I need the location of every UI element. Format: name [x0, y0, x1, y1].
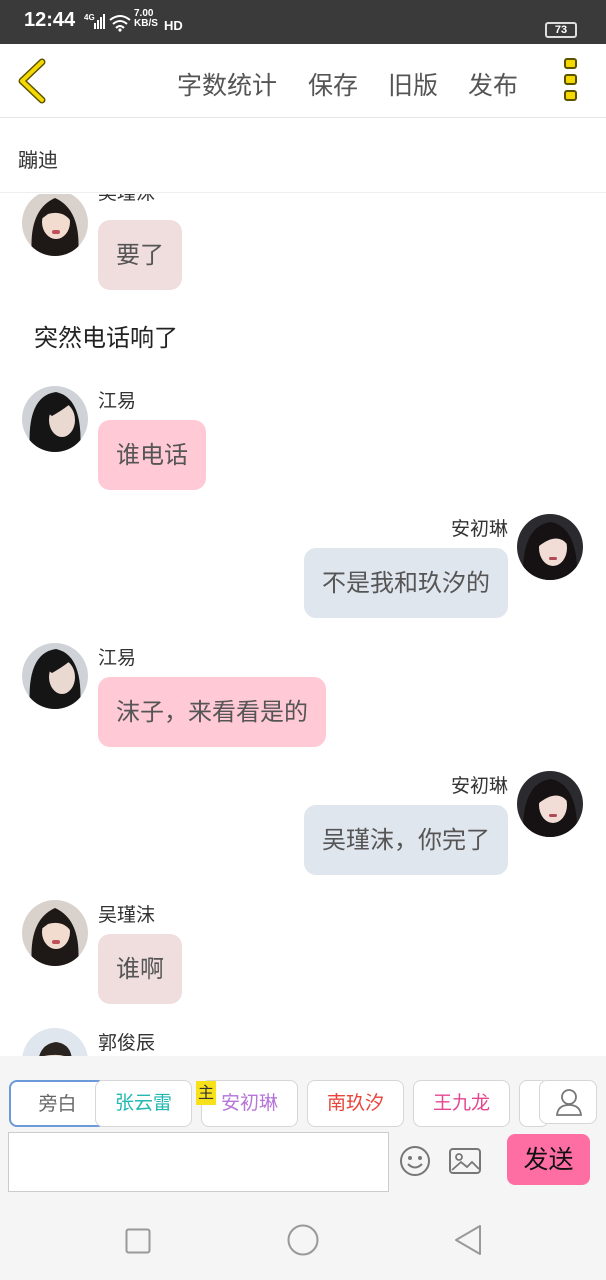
emoji-icon[interactable] — [398, 1144, 432, 1182]
chat-list[interactable]: 吴瑾沫 要了 突然电话响了 江易 谁电话 — [0, 194, 606, 1056]
chat-message[interactable]: 郭俊辰 — [0, 1028, 606, 1056]
message-bubble[interactable]: 谁电话 — [98, 420, 206, 490]
avatar[interactable] — [22, 1028, 88, 1056]
battery-level: 73 — [554, 24, 568, 36]
story-title[interactable]: 蹦迪 — [18, 144, 58, 173]
message-input[interactable] — [8, 1132, 389, 1192]
network-speed-unit: KB/S — [134, 18, 158, 29]
chat-message[interactable]: 江易 沫子，来看看是的 — [0, 643, 606, 753]
publish-button[interactable]: 发布 — [468, 66, 518, 102]
sender-name: 安初琳 — [450, 518, 508, 540]
status-time: 12:44 — [24, 9, 76, 31]
avatar[interactable] — [517, 514, 583, 580]
recent-apps-icon[interactable] — [125, 1228, 151, 1258]
message-bubble[interactable]: 不是我和玖汐的 — [304, 548, 508, 618]
character-chip[interactable]: 王九龙 — [413, 1080, 510, 1127]
word-count-button[interactable]: 字数统计 — [177, 66, 277, 102]
send-button[interactable]: 发送 — [507, 1134, 590, 1185]
character-selector: 旁白 张云雷 安初琳 南玖汐 王九龙 — [0, 1056, 606, 1132]
network-type: 4G — [84, 13, 95, 22]
message-text: 沫子，来看看是的 — [116, 698, 308, 726]
story-title-bar: 蹦迪 — [0, 118, 606, 193]
sender-name: 吴瑾沫 — [98, 904, 156, 926]
chat-message[interactable]: 吴瑾沫 谁啊 — [0, 900, 606, 1010]
message-text: 要了 — [116, 241, 164, 269]
network-speed: 7.00 KB/S — [134, 9, 158, 29]
character-chip[interactable]: 张云雷 — [95, 1080, 192, 1127]
sender-name: 江易 — [98, 647, 137, 669]
character-chip[interactable]: 旁白 — [9, 1080, 106, 1127]
avatar[interactable] — [22, 900, 88, 966]
sender-name: 江易 — [98, 390, 137, 412]
message-text: 谁电话 — [116, 441, 188, 469]
image-icon[interactable] — [448, 1146, 482, 1180]
back-chevron-icon[interactable] — [14, 58, 50, 104]
battery-icon: 73 — [545, 22, 577, 38]
hd-icon: HD — [164, 18, 183, 33]
chat-message[interactable]: 安初琳 吴瑾沫，你完了 — [0, 771, 606, 881]
message-bubble[interactable]: 沫子，来看看是的 — [98, 677, 326, 747]
message-bubble[interactable]: 要了 — [98, 220, 182, 290]
sender-name: 吴瑾沫 — [98, 194, 155, 205]
home-icon[interactable] — [287, 1224, 319, 1260]
chat-message[interactable]: 江易 谁电话 — [0, 386, 606, 496]
sender-name: 安初琳 — [450, 775, 508, 797]
narration-text[interactable]: 突然电话响了 — [34, 318, 178, 353]
system-nav-bar — [0, 1200, 606, 1280]
avatar[interactable] — [22, 386, 88, 452]
message-bubble[interactable]: 谁啊 — [98, 934, 182, 1004]
message-text: 谁啊 — [116, 955, 164, 983]
avatar[interactable] — [22, 643, 88, 709]
message-bubble[interactable]: 吴瑾沫，你完了 — [304, 805, 508, 875]
top-bar: 字数统计 保存 旧版 发布 — [0, 44, 606, 118]
old-version-button[interactable]: 旧版 — [388, 66, 438, 102]
wifi-icon — [108, 14, 132, 36]
chat-message[interactable]: 安初琳 不是我和玖汐的 — [0, 514, 606, 624]
message-text: 不是我和玖汐的 — [322, 569, 490, 597]
person-icon[interactable] — [539, 1080, 597, 1124]
sender-name: 郭俊辰 — [98, 1032, 156, 1054]
character-chip[interactable]: 南玖汐 — [307, 1080, 404, 1127]
avatar[interactable] — [22, 194, 88, 256]
message-text: 吴瑾沫，你完了 — [322, 826, 490, 854]
chat-message[interactable]: 吴瑾沫 要了 — [0, 194, 606, 298]
signal-icon: 4G — [84, 12, 106, 34]
status-bar: 12:44 4G 7.00 KB/S HD 73 — [0, 0, 606, 44]
avatar[interactable] — [517, 771, 583, 837]
input-row: 发送 — [0, 1132, 606, 1200]
back-triangle-icon[interactable] — [453, 1224, 483, 1260]
main-character-badge: 主 — [196, 1081, 216, 1105]
more-vertical-icon[interactable] — [564, 58, 580, 106]
save-button[interactable]: 保存 — [308, 66, 358, 102]
